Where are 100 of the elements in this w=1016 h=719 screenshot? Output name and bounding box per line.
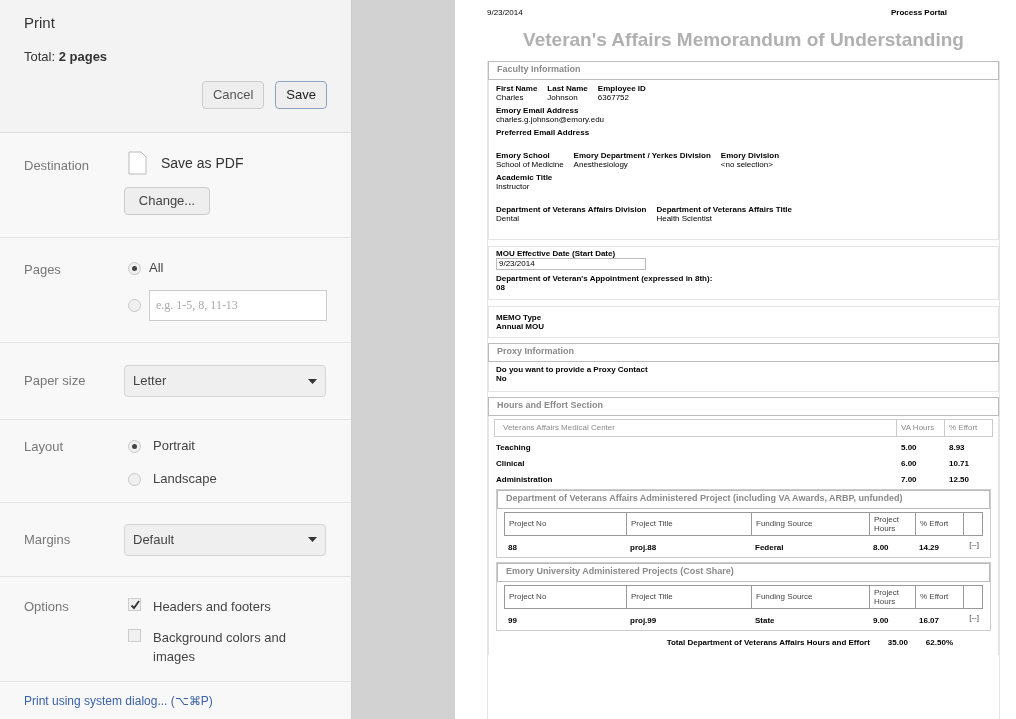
radio-button[interactable] (128, 261, 141, 275)
column-header: Project Title (631, 592, 673, 601)
option-label: Background colors and images (153, 629, 287, 666)
form-text: 5.00 (901, 442, 917, 452)
column-header: Project Title (631, 519, 673, 528)
form-text: Emory Department / Yerkes Division (573, 150, 711, 160)
form-text: Last Name (547, 83, 588, 93)
options-label: Options (24, 598, 70, 616)
table-heading: Veterans Affairs Medical Center (502, 421, 616, 434)
form-text: Department of Veteran's Appointment (expressed in 8th): (496, 273, 714, 283)
save-button[interactable]: Save (275, 81, 327, 109)
dropdown-arrow-icon (308, 378, 317, 384)
form-text: Charles (496, 92, 525, 102)
section-heading: Department of Veterans Affairs Administered Project (including VA Awards, ARBP, unfunded) (497, 489, 990, 509)
form-text: 88 (508, 542, 517, 552)
form-text: Administration (496, 474, 553, 484)
form-text: proj.88 (630, 542, 657, 552)
form-text: Do you want to provide a Proxy Contact (496, 364, 649, 374)
column-header: % Effort (920, 592, 949, 601)
form-text: 62.50% (925, 638, 953, 647)
layout-label: Layout (24, 438, 65, 456)
margins-label: Margins (24, 530, 72, 549)
section-heading: Faculty Information (488, 60, 999, 80)
column-header: Project Hours (874, 514, 900, 533)
form-text: Emory School (496, 150, 551, 160)
form-text: Employee ID (597, 83, 646, 93)
system-dialog-link[interactable]: Print using system dialog... (⌥⌘P) (24, 691, 213, 710)
form-text: Process Portal (890, 8, 947, 18)
date-field: 9/23/2014 (496, 257, 646, 270)
form-text: Total Department of Veterans Affairs Hours and Effort (666, 638, 870, 647)
form-text: Anesthesiology (573, 159, 628, 169)
document-icon (128, 151, 147, 175)
form-text: Preferred Email Address (496, 127, 590, 137)
option-label: All (149, 259, 164, 278)
form-text: 10.71 (949, 458, 970, 468)
remove-row-button[interactable]: [--] (969, 538, 983, 551)
column-header: VA Hours (896, 419, 944, 436)
form-text: <no selection> (720, 159, 774, 169)
form-text: Emory Email Address (496, 105, 579, 115)
dropdown-arrow-icon (308, 537, 317, 542)
form-text: Teaching (496, 442, 531, 452)
form-text: Federal (755, 542, 784, 552)
form-text: MOU Effective Date (Start Date) (496, 248, 617, 258)
form-text: 14.29 (919, 542, 940, 552)
column-header: Project No (509, 519, 547, 528)
form-text: proj.99 (630, 615, 657, 625)
form-text: School of Medicine (496, 159, 564, 169)
form-text: Academic Title (496, 172, 553, 182)
form-text: 6367752 (597, 92, 629, 102)
form-text: MEMO Type (496, 312, 542, 322)
radio-button[interactable] (128, 299, 141, 312)
column-header: Project Hours (874, 587, 900, 606)
form-text: 9.00 (873, 615, 889, 625)
form-text: Department of Veterans Affairs Division (496, 204, 647, 214)
checkmark-icon (129, 599, 140, 610)
form-text: No (496, 373, 508, 383)
option-label: Headers and footers (153, 598, 272, 616)
option-label: Landscape (153, 470, 217, 489)
form-text: Annual MOU (496, 321, 545, 331)
page-total: Total: 2 pages (24, 47, 109, 66)
column-header: % Effort (944, 419, 992, 436)
option-label: Portrait (153, 437, 195, 456)
page-range-field[interactable]: e.g. 1-5, 8, 11-13 (149, 290, 327, 321)
form-text: 99 (508, 615, 517, 625)
radio-button[interactable] (128, 439, 141, 453)
column-header: Funding Source (756, 592, 813, 601)
column-header: Project No (509, 592, 547, 601)
form-text: 7.00 (901, 474, 917, 484)
destination-name: Save as PDF (161, 153, 244, 173)
form-text: Johnson (547, 92, 579, 102)
form-text: Health Scientist (656, 213, 713, 223)
cancel-button[interactable]: Cancel (201, 81, 265, 109)
document-title: Veteran's Affairs Memorandum of Understanding (522, 28, 965, 52)
form-text: 12.50 (949, 474, 970, 484)
paper-size-label: Paper size (24, 372, 87, 391)
pages-label: Pages (24, 261, 62, 279)
section-heading: Emory University Administered Projects (Cost Share) (497, 562, 990, 582)
form-text: 35.00 (887, 638, 908, 647)
dialog-title: Print (24, 13, 56, 33)
form-text: 08 (496, 282, 505, 292)
remove-row-button[interactable]: [--] (969, 611, 983, 624)
form-text: Clinical (496, 458, 525, 468)
form-text: 8.00 (873, 542, 889, 552)
radio-button[interactable] (128, 472, 141, 486)
form-text: Instructor (496, 181, 531, 191)
destination-label: Destination (24, 157, 91, 175)
change-button[interactable]: Change... (124, 187, 210, 215)
form-text: Dental (496, 213, 520, 223)
checkbox[interactable] (128, 598, 141, 611)
form-text: Emory Division (720, 150, 780, 160)
form-text: State (755, 615, 775, 625)
margins-select[interactable]: Default (124, 523, 326, 556)
checkbox[interactable] (128, 629, 141, 642)
form-text: charles.g.johnson@emory.edu (496, 114, 605, 124)
column-header: Funding Source (756, 519, 813, 528)
section-heading: Proxy Information (488, 342, 999, 362)
section-heading: Hours and Effort Section (488, 396, 999, 416)
paper-size-select[interactable]: Letter (124, 365, 326, 397)
form-text: 6.00 (901, 458, 917, 468)
form-text: First Name (496, 83, 538, 93)
